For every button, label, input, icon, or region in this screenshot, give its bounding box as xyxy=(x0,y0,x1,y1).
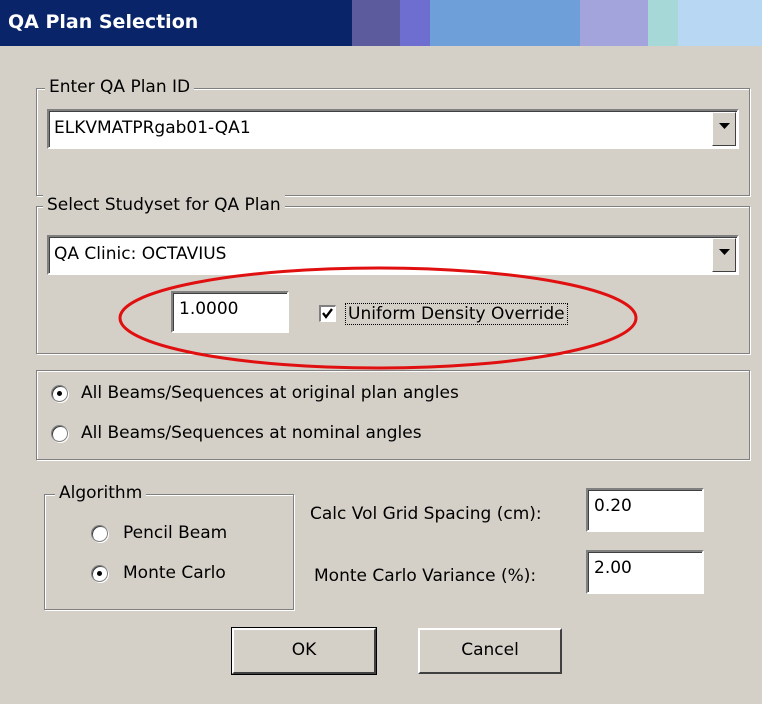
nominal-angles-label[interactable]: All Beams/Sequences at nominal angles xyxy=(81,423,422,443)
window-title: QA Plan Selection xyxy=(8,11,199,33)
radio-nominal-angles[interactable] xyxy=(51,425,68,442)
original-angles-label[interactable]: All Beams/Sequences at original plan ang… xyxy=(81,383,459,403)
dialog-body: Enter QA Plan ID ELKVMATPRgab01-QA1 Sele… xyxy=(0,46,762,704)
ok-button-label: OK xyxy=(291,640,317,660)
cancel-button-label: Cancel xyxy=(461,640,519,660)
pencil-beam-label[interactable]: Pencil Beam xyxy=(123,523,227,543)
radio-original-angles[interactable] xyxy=(51,385,68,402)
radio-monte-carlo[interactable] xyxy=(91,565,108,582)
algorithm-legend: Algorithm xyxy=(55,483,147,503)
variance-value: 2.00 xyxy=(594,558,632,578)
grid-spacing-label: Calc Vol Grid Spacing (cm): xyxy=(310,504,542,524)
title-bar[interactable]: QA Plan Selection xyxy=(0,0,762,46)
grid-spacing-value: 0.20 xyxy=(594,496,632,516)
variance-label: Monte Carlo Variance (%): xyxy=(314,566,537,586)
grid-spacing-input[interactable]: 0.20 xyxy=(586,488,704,532)
cancel-button[interactable]: Cancel xyxy=(418,628,562,674)
monte-carlo-label[interactable]: Monte Carlo xyxy=(123,563,226,583)
algorithm-group: Algorithm Pencil Beam Monte Carlo xyxy=(44,483,294,610)
ok-button[interactable]: OK xyxy=(231,627,377,675)
angles-group: All Beams/Sequences at original plan ang… xyxy=(36,370,750,460)
radio-pencil-beam[interactable] xyxy=(91,525,108,542)
variance-input[interactable]: 2.00 xyxy=(586,550,704,594)
